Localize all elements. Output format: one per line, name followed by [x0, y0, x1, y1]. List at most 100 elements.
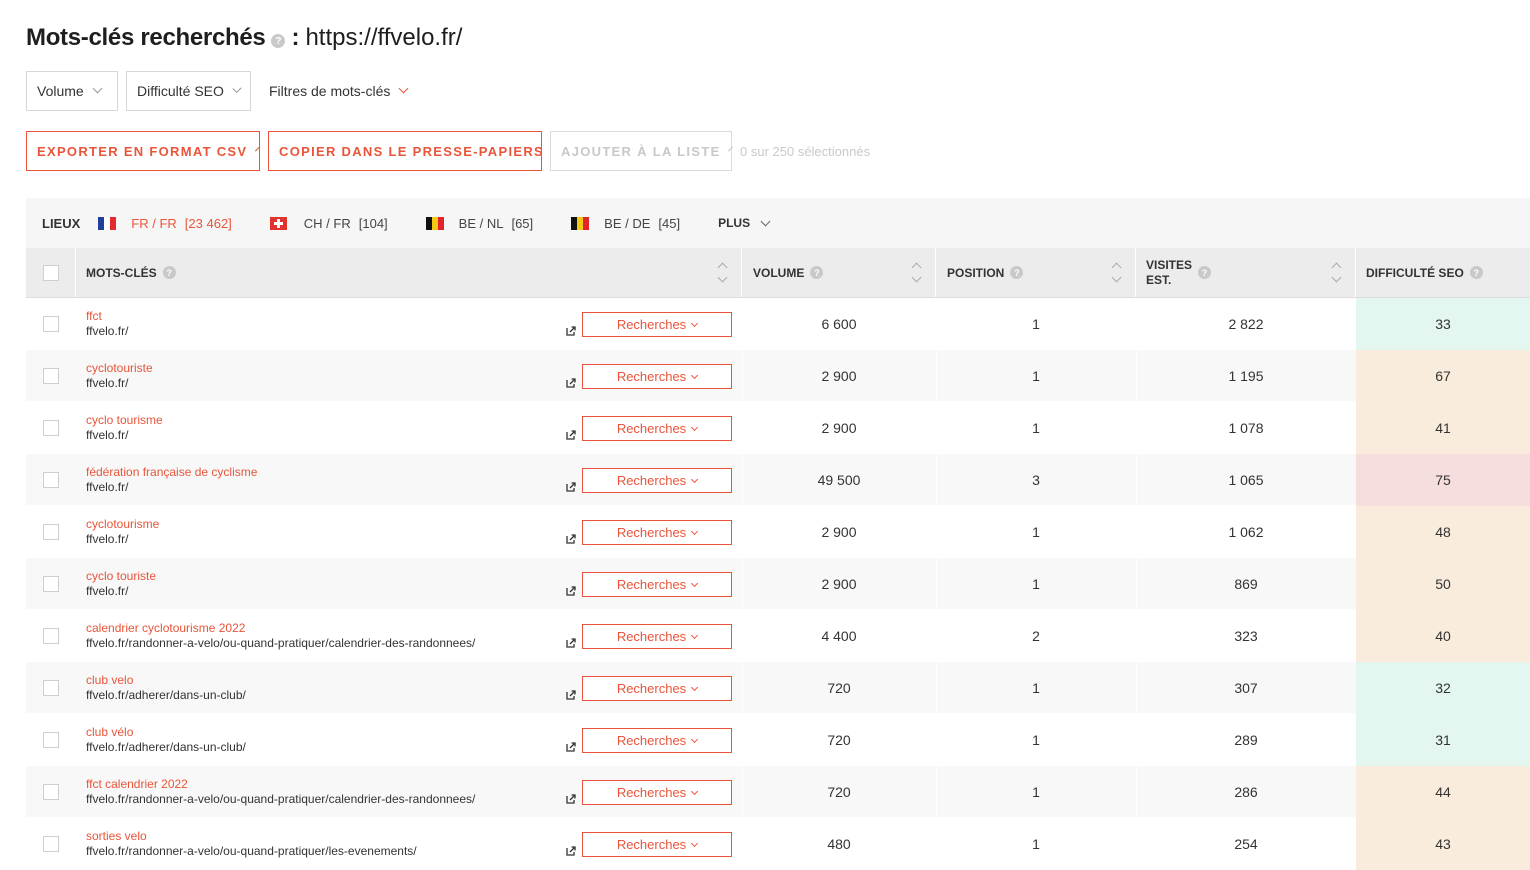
keyword-link[interactable]: cyclotourisme: [86, 517, 159, 532]
research-button[interactable]: Recherches: [582, 572, 732, 597]
external-link-icon[interactable]: [566, 586, 576, 596]
row-checkbox[interactable]: [43, 524, 59, 540]
add-to-list-button[interactable]: AJOUTER À LA LISTE: [550, 131, 734, 171]
volume-cell: 2 900: [821, 368, 857, 384]
keyword-link[interactable]: calendrier cyclotourisme 2022: [86, 621, 245, 636]
keyword-link[interactable]: ffct calendrier 2022: [86, 777, 188, 792]
keyword-link[interactable]: sorties velo: [86, 829, 147, 844]
keyword-link[interactable]: club velo: [86, 673, 133, 688]
locations-bar: LIEUX FR / FR [23 462] CH / FR [104] BE …: [26, 198, 1530, 248]
volume-filter-dropdown[interactable]: Volume: [26, 71, 118, 111]
location-label: BE / DE: [604, 215, 651, 231]
more-locations-button[interactable]: PLUS: [718, 216, 771, 230]
row-select-cell: [26, 506, 76, 558]
research-button[interactable]: Recherches: [582, 676, 732, 701]
external-link-icon[interactable]: [566, 690, 576, 700]
external-link-icon[interactable]: [566, 742, 576, 752]
location-be-de[interactable]: BE / DE [45]: [571, 216, 680, 231]
research-button[interactable]: Recherches: [582, 728, 732, 753]
chevron-down-icon: [398, 83, 409, 94]
research-button[interactable]: Recherches: [582, 832, 732, 857]
help-icon[interactable]: ?: [810, 266, 824, 279]
external-link-icon[interactable]: [566, 534, 576, 544]
column-divider: [742, 662, 743, 714]
location-ch-fr[interactable]: CH / FR [104]: [269, 215, 388, 231]
research-button[interactable]: Recherches: [582, 468, 732, 493]
research-button[interactable]: Recherches: [582, 520, 732, 545]
location-fr-fr[interactable]: FR / FR [23 462]: [98, 216, 232, 231]
external-link-icon[interactable]: [566, 794, 576, 804]
header-volume[interactable]: VOLUME ?: [742, 248, 936, 297]
research-button[interactable]: Recherches: [582, 624, 732, 649]
location-label: BE / NL: [458, 215, 504, 231]
external-link-icon[interactable]: [566, 482, 576, 492]
help-icon[interactable]: ?: [162, 266, 176, 279]
row-checkbox[interactable]: [43, 836, 59, 852]
help-icon[interactable]: ?: [271, 34, 286, 48]
location-count: [104]: [358, 215, 388, 231]
keyword-link[interactable]: cyclo tourisme: [86, 413, 163, 428]
row-checkbox[interactable]: [43, 732, 59, 748]
table-row: cyclotouriste ffvelo.fr/Recherches 2 900 1 1…: [26, 350, 1530, 402]
header-visits[interactable]: VISITES EST. ?: [1136, 248, 1356, 297]
row-checkbox[interactable]: [43, 368, 59, 384]
row-checkbox[interactable]: [43, 680, 59, 696]
location-be-nl[interactable]: BE / NL [65]: [425, 215, 533, 231]
row-checkbox[interactable]: [43, 576, 59, 592]
location-label: FR / FR: [131, 215, 177, 231]
table-row: cyclotourisme ffvelo.fr/Recherches 2 900 1 1…: [26, 506, 1530, 558]
copy-clipboard-button[interactable]: COPIER DANS LE PRESSE-PAPIERS: [268, 131, 557, 171]
column-divider: [936, 558, 937, 610]
volume-filter-label: Volume: [37, 83, 84, 99]
help-icon[interactable]: ?: [1469, 266, 1483, 279]
column-divider: [742, 558, 743, 610]
external-link-icon[interactable]: [566, 846, 576, 856]
export-csv-button[interactable]: EXPORTER EN FORMAT CSV: [26, 131, 261, 171]
ranking-url: ffvelo.fr/randonner-a-velo/ou-quand-prat…: [86, 636, 476, 650]
research-label: Recherches: [616, 733, 687, 748]
help-icon[interactable]: ?: [1010, 266, 1024, 279]
research-label: Recherches: [616, 785, 687, 800]
row-checkbox[interactable]: [43, 316, 59, 332]
sort-icon[interactable]: [1111, 261, 1121, 285]
research-button[interactable]: Recherches: [582, 312, 732, 337]
keyword-link[interactable]: cyclotouriste: [86, 361, 153, 376]
header-position[interactable]: POSITION ?: [936, 248, 1136, 297]
chevron-down-icon: [691, 423, 699, 431]
research-button[interactable]: Recherches: [582, 364, 732, 389]
keyword-cell: cyclotouriste ffvelo.fr/: [86, 350, 566, 402]
keyword-link[interactable]: club vélo: [86, 725, 133, 740]
position-cell: 1: [1032, 368, 1040, 384]
header-keywords[interactable]: MOTS-CLÉS ?: [76, 248, 742, 297]
keyword-link[interactable]: ffct: [86, 309, 102, 324]
header-difficulty[interactable]: DIFFICULTÉ SEO ?: [1356, 248, 1530, 297]
difficulty-cell: 33: [1356, 298, 1530, 350]
help-icon[interactable]: ?: [1198, 266, 1212, 279]
sort-icon[interactable]: [717, 261, 727, 285]
external-link-icon[interactable]: [566, 326, 576, 336]
ranking-url: ffvelo.fr/: [86, 480, 129, 494]
row-checkbox[interactable]: [43, 472, 59, 488]
column-divider: [936, 350, 937, 402]
page-title: Mots-clés recherchés: [26, 24, 266, 51]
column-divider: [936, 766, 937, 818]
visits-cell: 323: [1234, 628, 1258, 644]
column-divider: [1136, 298, 1137, 350]
difficulty-filter-dropdown[interactable]: Difficulté SEO: [126, 71, 251, 111]
sort-icon[interactable]: [911, 261, 921, 285]
keyword-filters-dropdown[interactable]: Filtres de mots-clés: [269, 71, 409, 111]
research-button[interactable]: Recherches: [582, 416, 732, 441]
keyword-link[interactable]: fédération française de cyclisme: [86, 465, 257, 480]
external-link-icon[interactable]: [566, 430, 576, 440]
row-checkbox[interactable]: [43, 420, 59, 436]
row-checkbox[interactable]: [43, 628, 59, 644]
keyword-link[interactable]: cyclo touriste: [86, 569, 156, 584]
external-link-icon[interactable]: [566, 638, 576, 648]
research-button[interactable]: Recherches: [582, 780, 732, 805]
sort-icon[interactable]: [1331, 261, 1341, 285]
row-checkbox[interactable]: [43, 784, 59, 800]
table-body: ffct ffvelo.fr/Recherches 6 600 1 2 822 33 cyc…: [26, 298, 1530, 870]
add-to-list-label: AJOUTER À LA LISTE: [561, 143, 721, 159]
external-link-icon[interactable]: [566, 378, 576, 388]
select-all-checkbox[interactable]: [42, 264, 59, 281]
